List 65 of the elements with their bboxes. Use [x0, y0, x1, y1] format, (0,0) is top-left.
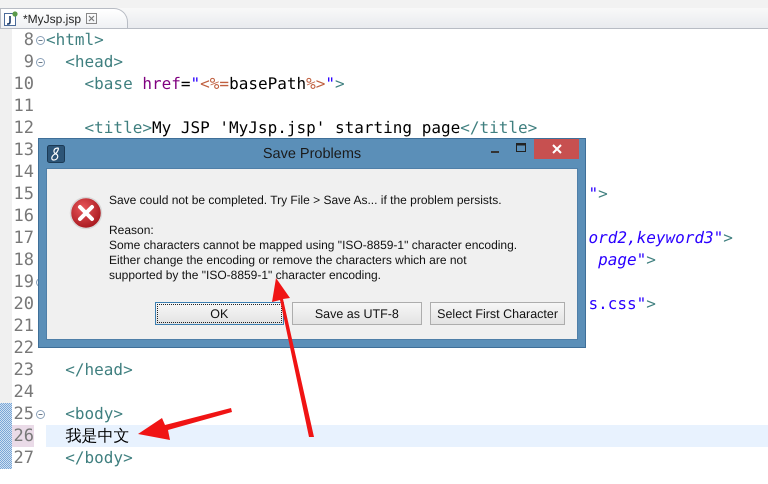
code-tag: <title>: [46, 120, 152, 136]
editor-tab[interactable]: *MyJsp.jsp: [0, 8, 128, 28]
dialog-title: Save Problems: [262, 146, 362, 162]
line-number: 17: [12, 227, 34, 249]
code-string: ord2,keyword3": [588, 230, 724, 246]
line-number: 16: [12, 205, 34, 227]
line-number: 27: [12, 447, 34, 469]
line-number: 20: [12, 293, 34, 315]
reason-text: supported by the "ISO-8859-1" character encoding.: [109, 268, 382, 283]
code-text: =: [180, 76, 191, 92]
code-jsp-delimiter: %>: [306, 76, 326, 92]
line-number: 15: [12, 183, 34, 205]
reason-text: Some characters cannot be mapped using "ISO-8859-1" character encoding.: [109, 238, 518, 253]
reason-label: Reason:: [109, 223, 155, 238]
code-tag: </body>: [46, 450, 133, 466]
dialog-button[interactable]: OK: [155, 302, 284, 325]
code-string: ": [190, 76, 200, 92]
line-number: 12: [12, 117, 34, 139]
line-number: 25: [12, 403, 34, 425]
line-number: 26: [12, 425, 34, 447]
dialog-button[interactable]: Save as UTF-8: [292, 302, 422, 325]
code-text: basePath: [229, 76, 306, 92]
line-number: 23: [12, 359, 34, 381]
collapse-icon[interactable]: [36, 410, 44, 418]
collapse-icon[interactable]: [36, 36, 44, 44]
line-number: 18: [12, 249, 34, 271]
line-number: 19: [12, 271, 34, 293]
line-number: 21: [12, 315, 34, 337]
error-icon: [69, 196, 103, 230]
app-icon: [47, 144, 65, 162]
error-message: Save could not be completed. Try File > Save As... if the problem persists.: [109, 192, 503, 208]
code-tag: </head>: [46, 362, 133, 378]
code-tag: >: [646, 252, 656, 268]
code-tag: >: [598, 186, 608, 202]
line-number: 13: [12, 139, 34, 161]
code-tag: >: [723, 230, 733, 246]
code-text: 我是中文: [64, 428, 130, 444]
code-tag: </title>: [460, 120, 538, 136]
code-attribute: href: [141, 76, 181, 92]
code-tag: >: [335, 76, 345, 92]
close-icon[interactable]: [86, 13, 98, 24]
code-string: ": [588, 186, 598, 202]
line-number: 8: [22, 29, 34, 51]
line-number: 11: [12, 95, 34, 117]
line-number: 22: [12, 337, 34, 359]
collapse-icon[interactable]: [36, 58, 44, 66]
code-text: My JSP 'MyJsp.jsp' starting page: [152, 120, 460, 136]
code-string: page": [597, 252, 646, 268]
code-tag: <base: [46, 76, 133, 92]
code-string: ": [325, 76, 336, 92]
line-number: 24: [12, 381, 34, 403]
code-tag: <html>: [46, 32, 104, 48]
close-icon: [550, 143, 562, 155]
jsp-file-icon: [4, 11, 18, 26]
code-tag: >: [646, 296, 656, 312]
code-string: s.css": [588, 296, 646, 312]
dialog-button[interactable]: Select First Character: [430, 302, 565, 325]
reason-text: Either change the encoding or remove the characters which are not: [109, 253, 468, 268]
code-tag: <head>: [46, 54, 124, 70]
code-jsp-delimiter: <%=: [200, 76, 230, 92]
code-tag: <body>: [46, 406, 124, 422]
line-number: 9: [22, 51, 34, 73]
line-number: 10: [12, 73, 34, 95]
line-number: 14: [12, 161, 34, 183]
close-button[interactable]: [534, 139, 579, 159]
